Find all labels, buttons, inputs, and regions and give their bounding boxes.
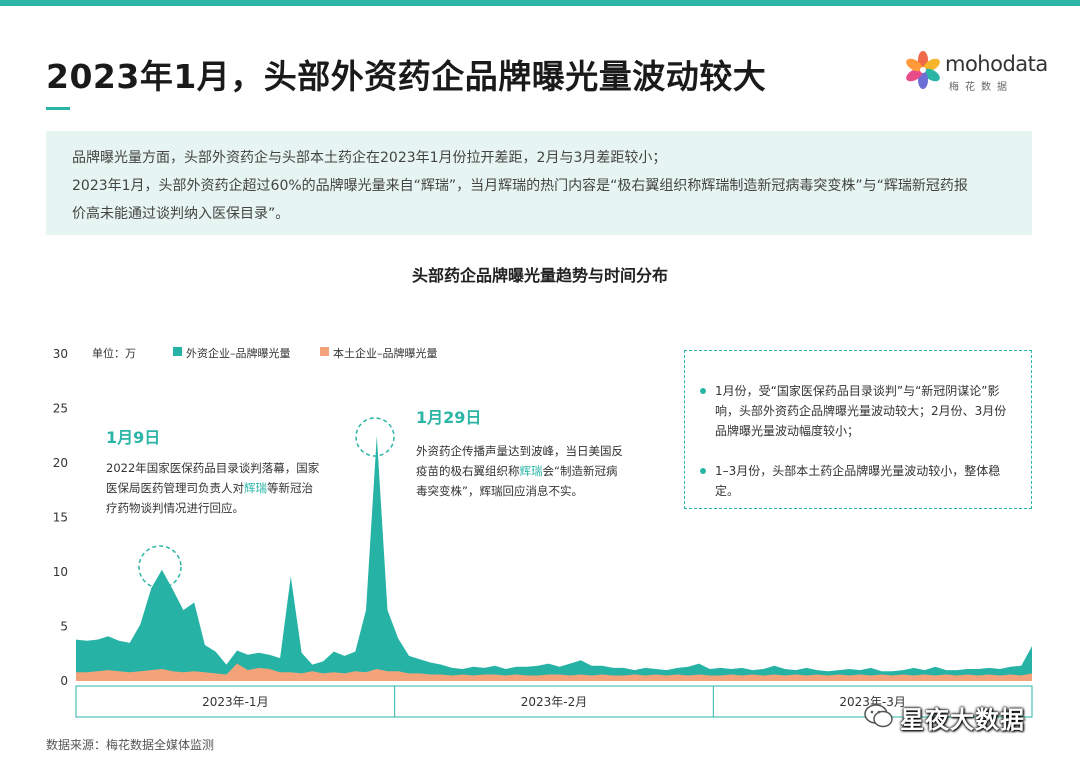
y-tick-label: 25 <box>53 402 68 416</box>
unit-label: 单位：万 <box>92 346 136 360</box>
bullet-dot-icon <box>700 388 706 394</box>
legend-label-domestic: 本土企业–品牌曝光量 <box>333 346 438 360</box>
callout-jan9-line2: 医保局医药管理司负责人对辉瑞等新冠治 <box>106 481 313 495</box>
annotation-item-2: 1–3月份，头部本土药企品牌曝光量波动较小，整体稳定。 <box>700 461 1015 501</box>
annotation-item-1-text: 1月份，受“国家医保药品目录谈判”与“新冠阴谋论”影响，头部外资药企品牌曝光量波… <box>715 384 1007 438</box>
legend-swatch-domestic <box>320 347 329 356</box>
annotation-item-2-text: 1–3月份，头部本土药企品牌曝光量波动较小，整体稳定。 <box>715 464 1001 498</box>
y-tick-label: 30 <box>53 347 68 361</box>
callout-jan29-date: 1月29日 <box>416 408 481 427</box>
callout-jan9-line3: 疗药物谈判情况进行回应。 <box>106 501 244 515</box>
wechat-icon <box>864 704 893 728</box>
y-tick-label: 5 <box>60 620 68 634</box>
watermark-text: 星夜大数据 <box>900 706 1025 734</box>
legend-label-foreign: 外资企业–品牌曝光量 <box>186 346 291 360</box>
y-tick-label: 15 <box>53 511 68 525</box>
data-source: 数据来源：梅花数据全媒体监测 <box>46 738 215 752</box>
callout-jan29-line1: 外资药企传播声量达到波峰，当日美国反 <box>416 444 623 458</box>
watermark: 星夜大数据 <box>862 697 1062 735</box>
callout-jan9-line1: 2022年国家医保药品目录谈判落幕，国家 <box>106 461 320 475</box>
month-label: 2023年-1月 <box>202 695 269 709</box>
annotation-box: 1月份，受“国家医保药品目录谈判”与“新冠阴谋论”影响，头部外资药企品牌曝光量波… <box>684 350 1032 509</box>
callout-jan9-date: 1月9日 <box>106 428 160 447</box>
callout-jan29-line3: 毒突变株”，辉瑞回应消息不实。 <box>416 484 583 498</box>
y-tick-label: 20 <box>53 456 68 470</box>
callout-jan29-line2: 疫苗的极右翼组织称辉瑞会“制造新冠病 <box>416 464 618 478</box>
y-tick-label: 10 <box>53 565 68 579</box>
bullet-dot-icon <box>700 468 706 474</box>
legend-swatch-foreign <box>173 347 182 356</box>
y-axis: 0 5 10 15 20 25 30 <box>53 347 68 688</box>
month-label: 2023年-2月 <box>521 695 588 709</box>
annotation-item-1: 1月份，受“国家医保药品目录谈判”与“新冠阴谋论”影响，头部外资药企品牌曝光量波… <box>700 381 1015 441</box>
y-tick-label: 0 <box>60 674 68 688</box>
jan29-highlight-circle <box>355 417 395 457</box>
